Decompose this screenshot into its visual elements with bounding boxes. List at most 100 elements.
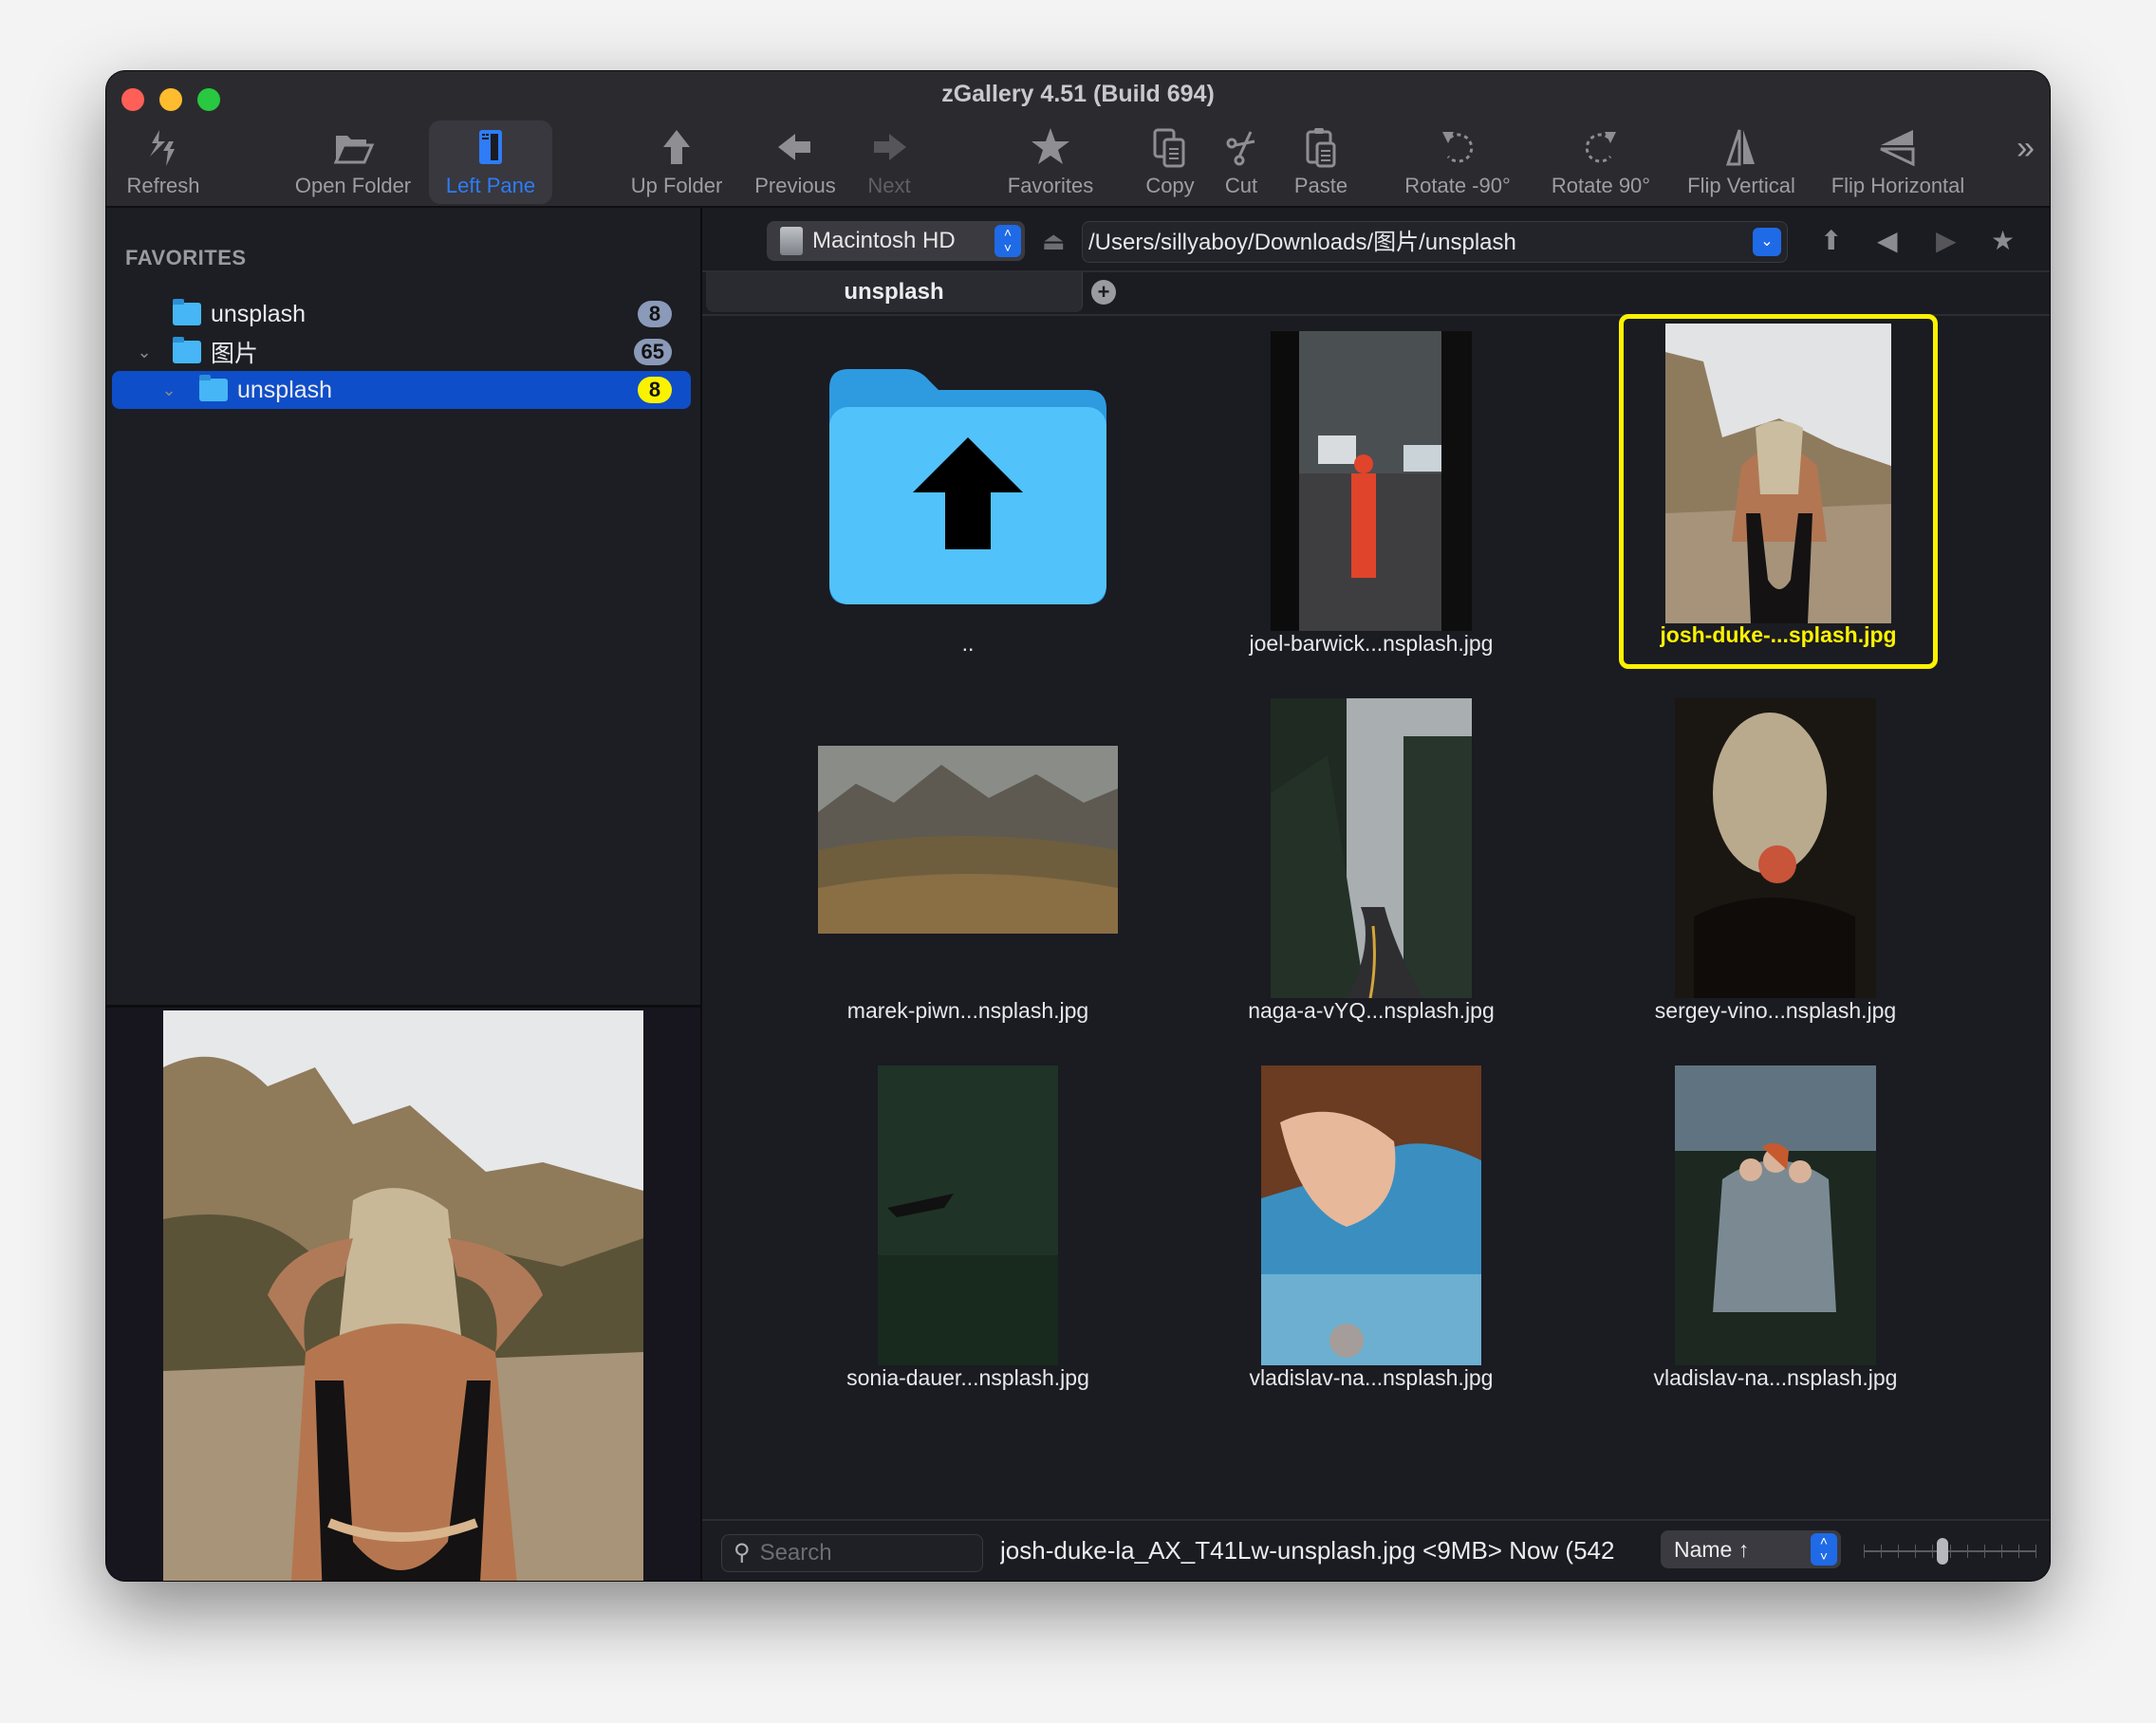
count-badge: 8	[638, 377, 672, 403]
image-thumbnail	[1261, 1065, 1481, 1365]
count-badge: 65	[633, 339, 672, 365]
sidebar-item-label: 图片	[211, 341, 259, 367]
folder-icon	[199, 375, 228, 401]
triangle-left-icon: ◀	[1877, 226, 1898, 255]
grid-item-image[interactable]: naga-a-vYQ...nsplash.jpg	[1215, 689, 1528, 1049]
chevron-down-icon[interactable]: ⌄	[135, 343, 154, 362]
up-down-stepper-icon: ˄ ˅	[994, 225, 1021, 257]
slider-tick	[2000, 1545, 2002, 1558]
favorites-heading: FAVORITES	[125, 246, 247, 269]
image-thumbnail	[1675, 698, 1876, 998]
tab-bar: unsplash +	[702, 270, 2050, 316]
thumbnail-size-slider[interactable]	[1864, 1538, 2036, 1565]
path-combobox[interactable]: /Users/sillyaboy/Downloads/图片/unsplash ⌄	[1082, 221, 1788, 263]
search-input[interactable]: ⚲ Search	[721, 1534, 983, 1572]
refresh-button[interactable]: Refresh	[120, 120, 207, 204]
scissors-icon	[1226, 131, 1255, 166]
folder-icon	[173, 337, 201, 363]
star-icon: ★	[1991, 226, 2016, 255]
rotate-ccw-icon	[1442, 132, 1474, 163]
add-favorite-button[interactable]: ★	[1991, 225, 2015, 256]
sidebar-item-unsplash[interactable]: ⌄ unsplash 8	[112, 371, 691, 409]
copy-icon	[1153, 128, 1185, 168]
up-folder-button[interactable]: Up Folder	[624, 120, 729, 204]
refresh-icon	[150, 130, 175, 166]
parent-folder-icon	[829, 369, 1106, 604]
selection-status-text: josh-duke-la_AX_T41Lw-unsplash.jpg <9MB>…	[1000, 1536, 1615, 1565]
grid-item-image[interactable]: vladislav-na...nsplash.jpg	[1215, 1056, 1528, 1417]
rotate-cw-button[interactable]: Rotate 90°	[1539, 120, 1663, 204]
plus-icon: +	[1097, 280, 1110, 304]
arrow-right-icon	[874, 134, 906, 160]
folder-tree: FAVORITES unsplash 8 ⌄ 图片 65 ⌄ unsplash …	[106, 208, 700, 1005]
grid-item-image[interactable]: sonia-dauer...nsplash.jpg	[811, 1056, 1124, 1417]
slider-tick	[1983, 1545, 1985, 1558]
chevron-down-icon[interactable]: ⌄	[1753, 228, 1781, 256]
grid-item-image[interactable]: vladislav-na...nsplash.jpg	[1619, 1056, 1932, 1417]
folder-open-icon	[333, 136, 375, 164]
flip-vertical-icon	[1725, 129, 1755, 166]
arrow-left-icon	[778, 134, 810, 160]
slider-tick	[1966, 1545, 1968, 1558]
grid-item-image-selected[interactable]: josh-duke-...splash.jpg	[1619, 314, 1938, 669]
image-thumbnail	[1675, 1065, 1876, 1365]
tab-unsplash[interactable]: unsplash	[706, 272, 1083, 312]
flip-vertical-button[interactable]: Flip Vertical	[1680, 120, 1803, 204]
rotate-cw-icon	[1585, 132, 1616, 163]
cut-button[interactable]: Cut	[1213, 120, 1270, 204]
open-folder-button[interactable]: Open Folder	[287, 120, 419, 204]
paste-button[interactable]: Paste	[1283, 120, 1359, 204]
grid-item-caption: josh-duke-...splash.jpg	[1660, 622, 1897, 647]
sidebar-item-label: unsplash	[211, 300, 307, 327]
grid-item-image[interactable]: joel-barwick...nsplash.jpg	[1215, 322, 1528, 682]
status-bar: ⚲ Search josh-duke-la_AX_T41Lw-unsplash.j…	[702, 1519, 2050, 1581]
sidebar-item-pictures[interactable]: ⌄ 图片 65	[112, 333, 691, 371]
favorites-button[interactable]: Favorites	[998, 120, 1103, 204]
volume-select[interactable]: Macintosh HD ˄ ˅	[767, 221, 1025, 261]
grid-item-parent-folder[interactable]: ..	[811, 322, 1124, 682]
slider-tick	[1898, 1545, 1900, 1558]
parent-folder-button[interactable]: ⬆	[1820, 225, 1842, 256]
slider-tick	[1864, 1545, 1865, 1558]
arrow-up-icon: ⬆	[1820, 226, 1843, 255]
chevron-down-icon[interactable]: ⌄	[159, 380, 178, 400]
image-thumbnail	[1665, 324, 1891, 623]
sidebar-item-label: unsplash	[237, 376, 333, 403]
thumbnail-grid: .. joel-barwick...nsplash.jpg josh-duke-…	[702, 314, 2050, 1519]
app-window: zGallery 4.51 (Build 694) Refresh Open F…	[106, 71, 2050, 1581]
forward-button[interactable]: ▶	[1936, 225, 1957, 256]
next-button[interactable]: Next	[856, 120, 922, 204]
grid-item-caption: sergey-vino...nsplash.jpg	[1654, 998, 1897, 1023]
grid-item-image[interactable]: sergey-vino...nsplash.jpg	[1619, 689, 1932, 1049]
image-thumbnail	[1271, 331, 1472, 631]
toolbar-overflow-button[interactable]: »	[2017, 130, 2035, 167]
preview-image	[163, 1010, 643, 1581]
back-button[interactable]: ◀	[1877, 225, 1898, 256]
eject-button[interactable]: ⏏	[1042, 227, 1066, 256]
arrow-up-icon	[663, 130, 690, 164]
volume-label: Macintosh HD	[812, 228, 956, 253]
previous-button[interactable]: Previous	[748, 120, 843, 204]
window-title: zGallery 4.51 (Build 694)	[941, 81, 1215, 107]
slider-tick	[2035, 1545, 2036, 1558]
image-thumbnail	[878, 1065, 1058, 1365]
slider-knob[interactable]	[1936, 1538, 1948, 1565]
sort-select[interactable]: Name ↑ ˄ ˅	[1661, 1530, 1841, 1568]
sidebar-item-unsplash-favorite[interactable]: unsplash 8	[112, 295, 691, 333]
paste-icon	[1306, 128, 1336, 168]
left-pane: FAVORITES unsplash 8 ⌄ 图片 65 ⌄ unsplash …	[106, 208, 702, 1581]
grid-item-caption: ..	[961, 631, 975, 656]
count-badge: 8	[638, 301, 672, 327]
slider-tick	[1915, 1545, 1917, 1558]
rotate-ccw-button[interactable]: Rotate -90°	[1393, 120, 1522, 204]
image-thumbnail	[818, 746, 1118, 934]
slider-tick	[1949, 1545, 1951, 1558]
left-pane-button[interactable]: Left Pane	[429, 120, 552, 204]
search-placeholder: Search	[759, 1540, 832, 1566]
grid-item-image[interactable]: marek-piwn...nsplash.jpg	[811, 689, 1124, 1049]
grid-item-caption: naga-a-vYQ...nsplash.jpg	[1248, 998, 1495, 1023]
add-tab-button[interactable]: +	[1091, 280, 1116, 305]
flip-horizontal-button[interactable]: Flip Horizontal	[1822, 120, 1974, 204]
copy-button[interactable]: Copy	[1137, 120, 1203, 204]
path-bar: Macintosh HD ˄ ˅ ⏏ /Users/sillyaboy/Downl…	[702, 208, 2050, 270]
